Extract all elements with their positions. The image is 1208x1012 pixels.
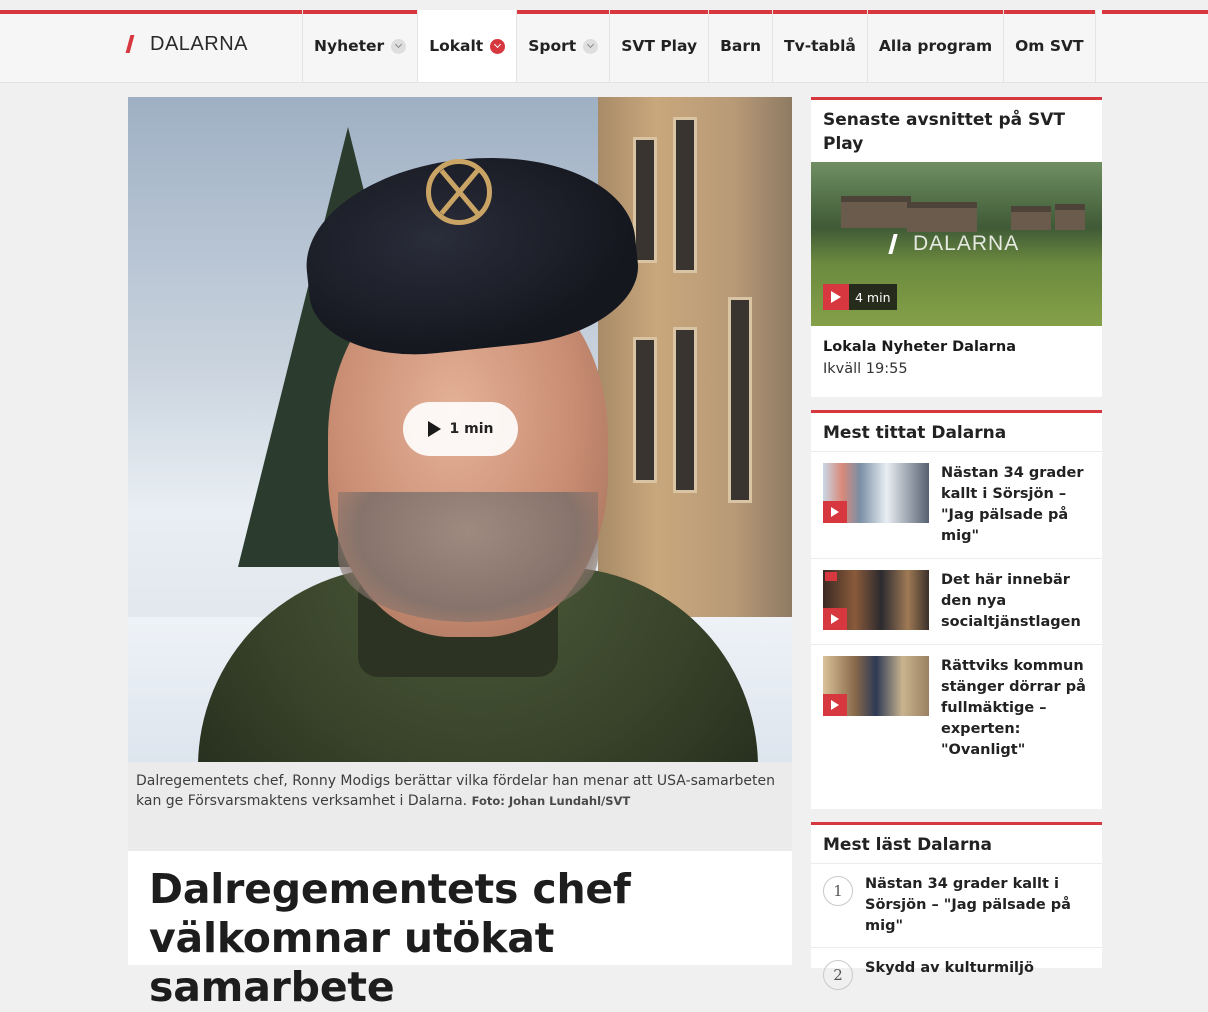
chevron-down-icon[interactable] (391, 38, 407, 54)
chevron-down-icon[interactable] (583, 38, 599, 54)
panel-title: Senaste avsnittet på SVT Play (823, 110, 1066, 154)
play-icon (823, 608, 847, 630)
play-icon (427, 421, 441, 437)
play-icon (823, 284, 849, 310)
svt-slash-icon (125, 35, 135, 53)
list-item[interactable]: Nästan 34 grader kallt i Sörsjön – "Jag … (811, 451, 1102, 558)
building-window (673, 117, 697, 273)
most-read-panel: Mest läst Dalarna 1 Nästan 34 grader kal… (811, 822, 1102, 990)
list-item[interactable]: 1 Nästan 34 grader kallt i Sörsjön – "Ja… (811, 863, 1102, 947)
nav-accent (610, 10, 709, 14)
episode-info[interactable]: Lokala Nyheter Dalarna Ikväll 19:55 (811, 326, 1102, 390)
duration-text: 4 min (855, 289, 891, 305)
svt-slash-icon (888, 234, 898, 254)
building-window (673, 327, 697, 493)
brand-name: DALARNA (150, 32, 248, 55)
main-nav: Nyheter Lokalt Sport SVT Play Barn Tv-ta… (302, 10, 1096, 82)
list-item[interactable]: Rättviks kommun stänger dörrar på fullmä… (811, 644, 1102, 772)
nav-accent (709, 10, 773, 14)
panel-title: Mest tittat Dalarna (823, 423, 1007, 443)
nav-item-label: Om SVT (1015, 37, 1084, 55)
panel-title: Mest läst Dalarna (823, 835, 992, 855)
hero-video[interactable]: 1 min (128, 97, 792, 762)
beret-badge-icon (426, 159, 492, 225)
nav-item-label: Tv-tablå (784, 37, 856, 55)
list-item-title: Nästan 34 grader kallt i Sörsjön – "Jag … (941, 465, 1084, 544)
list-item-title: Skydd av kulturmiljö (865, 960, 1034, 976)
nav-accent (303, 10, 418, 14)
nav-item-label: SVT Play (621, 37, 698, 55)
nav-item-label: Lokalt (429, 37, 484, 55)
video-thumbnail (823, 570, 929, 630)
video-thumbnail (823, 656, 929, 716)
nav-item-sport[interactable]: Sport (516, 10, 610, 82)
rank-number: 1 (823, 876, 853, 906)
play-icon (823, 694, 847, 716)
nav-item-alla-program[interactable]: Alla program (866, 10, 1004, 82)
article-header: Dalregementets chef välkomnar utökat sam… (128, 851, 792, 1011)
nav-accent (867, 10, 1004, 14)
nav-accent (1004, 10, 1095, 14)
image-caption: Dalregementets chef, Ronny Modigs berätt… (128, 762, 792, 851)
play-icon (823, 501, 847, 523)
thumb-logo: DALARNA (881, 232, 1019, 256)
header-accent-line-right (1102, 10, 1208, 14)
thumb-cabin (907, 202, 977, 232)
nav-item-label: Barn (720, 37, 762, 55)
building-window (633, 337, 657, 483)
latest-episode-panel: Senaste avsnittet på SVT Play DALARNA 4 … (811, 97, 1102, 397)
list-item-title: Rättviks kommun stänger dörrar på fullmä… (941, 658, 1086, 758)
nav-accent (517, 10, 610, 14)
thumb-cabin (1055, 204, 1085, 230)
nav-accent (773, 10, 867, 14)
article-headline: Dalregementets chef välkomnar utökat sam… (149, 865, 631, 1011)
header-accent-line (0, 10, 302, 14)
nav-item-tv-tabla[interactable]: Tv-tablå (772, 10, 867, 82)
nav-item-lokalt[interactable]: Lokalt (417, 10, 517, 82)
nav-item-label: Nyheter (314, 37, 385, 55)
site-header: DALARNA Nyheter Lokalt Sport SVT Play Ba… (0, 10, 1208, 83)
list-item-title: Nästan 34 grader kallt i Sörsjön – "Jag … (865, 876, 1071, 934)
list-item-title: Det här innebär den nya socialtjänstlage… (941, 572, 1081, 630)
thumb-cabin (1011, 206, 1051, 230)
episode-time: Ikväll 19:55 (823, 361, 908, 377)
nav-item-barn[interactable]: Barn (708, 10, 773, 82)
list-item[interactable]: Det här innebär den nya socialtjänstlage… (811, 558, 1102, 644)
nav-item-label: Alla program (878, 37, 993, 55)
caption-text: Dalregementets chef, Ronny Modigs berätt… (136, 773, 775, 809)
episode-title: Lokala Nyheter Dalarna (823, 339, 1016, 355)
duration-badge: 4 min (823, 284, 897, 310)
nav-item-om-svt[interactable]: Om SVT (1003, 10, 1096, 82)
video-duration: 1 min (449, 421, 494, 437)
video-thumbnail (823, 463, 929, 523)
nav-item-svt-play[interactable]: SVT Play (609, 10, 709, 82)
thumb-logo-text: DALARNA (913, 232, 1020, 255)
nav-item-label: Sport (528, 37, 577, 55)
building-window (728, 297, 752, 503)
brand-logo[interactable]: DALARNA (125, 24, 248, 64)
play-button[interactable]: 1 min (403, 402, 518, 456)
chevron-down-icon[interactable] (490, 38, 506, 54)
building-window (633, 137, 657, 263)
photo-credit: Foto: Johan Lundahl/SVT (471, 794, 631, 808)
list-item[interactable]: 2 Skydd av kulturmiljö (811, 947, 1102, 1000)
episode-thumbnail[interactable]: DALARNA 4 min (811, 162, 1102, 326)
thumb-cabin (841, 196, 911, 228)
live-icon (825, 572, 837, 581)
most-watched-panel: Mest tittat Dalarna Nästan 34 grader kal… (811, 410, 1102, 809)
nav-item-nyheter[interactable]: Nyheter (302, 10, 418, 82)
person-beard (338, 492, 598, 622)
